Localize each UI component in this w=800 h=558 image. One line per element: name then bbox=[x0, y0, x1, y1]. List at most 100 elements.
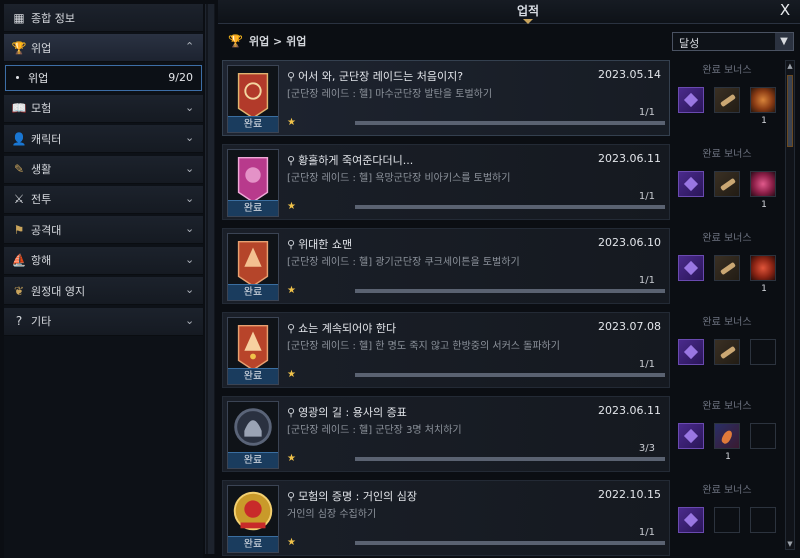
trophy-icon: 🏆 bbox=[228, 34, 243, 48]
reward-quantity: 1 bbox=[761, 116, 767, 126]
purple-card-icon[interactable] bbox=[678, 87, 704, 113]
achievement-name[interactable]: ⚲ 모험의 증명 : 거인의 심장 bbox=[287, 488, 417, 504]
sidebar-item-label: 종합 정보 bbox=[31, 11, 75, 25]
sidebar-divider bbox=[205, 4, 215, 554]
progress-fill bbox=[355, 205, 665, 209]
status-filter-select[interactable]: 달성 ▼ bbox=[672, 32, 794, 51]
purple-card-icon[interactable] bbox=[678, 507, 704, 533]
progress-bar bbox=[355, 205, 665, 209]
person-icon: 👤 bbox=[11, 131, 27, 146]
achievement-description: [군단장 레이드 : 헬] 욕망군단장 비아키스를 토벌하기 bbox=[287, 173, 511, 184]
sidebar-subitem-feats[interactable]: 위업 9/20 bbox=[5, 64, 202, 91]
progress-fill bbox=[355, 541, 665, 545]
achievement-date: 2023.05.14 bbox=[598, 68, 661, 81]
sidebar-scroll-track[interactable] bbox=[208, 4, 214, 554]
sidebar-item-overview[interactable]: ▦ 종합 정보 bbox=[4, 4, 203, 32]
bonus-title: 완료 보너스 bbox=[702, 317, 752, 328]
breadcrumb: 🏆 위업 > 위업 bbox=[228, 33, 306, 49]
completion-bonus: 완료 보너스 1 bbox=[674, 396, 786, 472]
empty-reward-slot bbox=[750, 423, 776, 449]
reward-quantity: 1 bbox=[761, 200, 767, 210]
purple-card-icon[interactable] bbox=[678, 255, 704, 281]
scroll-icon[interactable] bbox=[714, 87, 740, 113]
laurel-icon: ❦ bbox=[13, 283, 25, 298]
window-title: 업적 bbox=[516, 4, 540, 18]
sidebar-item-life[interactable]: ✎ 생활 ⌄ bbox=[4, 155, 203, 184]
chevron-down-icon: ⌄ bbox=[185, 222, 195, 236]
achievement-date: 2023.06.11 bbox=[598, 404, 661, 417]
red-orb-icon[interactable]: 1 bbox=[750, 255, 776, 294]
close-button[interactable]: X bbox=[776, 1, 794, 19]
scroll-icon[interactable] bbox=[714, 255, 740, 281]
scroll-icon[interactable] bbox=[714, 171, 740, 197]
grid-icon: ▦ bbox=[13, 10, 25, 25]
achievement-progress: 1/1 bbox=[638, 191, 655, 202]
achievement-name[interactable]: ⚲ 쇼는 계속되어야 한다 bbox=[287, 320, 396, 336]
purple-card-icon[interactable] bbox=[678, 423, 704, 449]
trophy-icon: 🏆 bbox=[11, 40, 27, 55]
scroll-thumb[interactable] bbox=[787, 75, 793, 147]
sidebar-item-label: 기타 bbox=[31, 315, 52, 329]
feather-icon[interactable]: 1 bbox=[714, 423, 740, 462]
chevron-down-icon: ⌄ bbox=[185, 283, 195, 297]
achievement-emblem: 완료 bbox=[227, 65, 279, 133]
bullet-icon bbox=[16, 76, 19, 80]
purple-card-icon[interactable] bbox=[678, 171, 704, 197]
sidebar-item-character[interactable]: 👤 캐릭터 ⌄ bbox=[4, 125, 203, 154]
sidebar-item-label: 공격대 bbox=[31, 223, 62, 237]
achievement-card[interactable]: 완료 ⚲ 황홀하게 죽여준다더니... 2023.06.11 [군단장 레이드 :… bbox=[222, 144, 670, 220]
sidebar-item-adventure[interactable]: 📖 모험 ⌄ bbox=[4, 94, 203, 123]
search-icon: ⚲ bbox=[287, 490, 296, 503]
reward-quantity: 1 bbox=[725, 452, 731, 462]
scroll-up-icon[interactable]: ▲ bbox=[786, 62, 794, 70]
achievement-list: 완료 ⚲ 어서 와, 군단장 레이드는 처음이지? 2023.05.14 [군단장… bbox=[222, 60, 790, 558]
search-icon: ⚲ bbox=[287, 238, 296, 251]
chevron-down-icon: ⌄ bbox=[185, 191, 195, 205]
window-title-bar: 업적 X bbox=[218, 0, 800, 24]
achievement-emblem-icon bbox=[237, 156, 269, 200]
achievement-card[interactable]: 완료 ⚲ 모험의 증명 : 거인의 심장 2022.10.15 거인의 심장 수집… bbox=[222, 480, 670, 556]
achievement-date: 2023.06.11 bbox=[598, 152, 661, 165]
search-icon: ⚲ bbox=[287, 322, 296, 335]
achievement-name[interactable]: ⚲ 황홀하게 죽여준다더니... bbox=[287, 152, 413, 168]
progress-fill bbox=[355, 121, 665, 125]
sidebar-item-etc[interactable]: ? 기타 ⌄ bbox=[4, 307, 203, 336]
achievement-emblem: 완료 bbox=[227, 485, 279, 553]
sidebar-item-voyage[interactable]: ⛵ 항해 ⌄ bbox=[4, 246, 203, 275]
chevron-down-icon: ⌄ bbox=[185, 252, 195, 266]
title-pointer-icon bbox=[523, 19, 533, 24]
done-badge: 완료 bbox=[228, 284, 278, 300]
rose-icon[interactable]: 1 bbox=[750, 171, 776, 210]
achievement-name[interactable]: ⚲ 영광의 길 : 용사의 증표 bbox=[287, 404, 407, 420]
search-icon: ⚲ bbox=[287, 154, 296, 167]
chevron-down-icon[interactable]: ▼ bbox=[775, 33, 793, 50]
breadcrumb-text: 위업 > 위업 bbox=[248, 35, 307, 48]
achievement-card[interactable]: 완료 ⚲ 위대한 쇼맨 2023.06.10 [군단장 레이드 : 헬] 광기군단… bbox=[222, 228, 670, 304]
achievement-name[interactable]: ⚲ 어서 와, 군단장 레이드는 처음이지? bbox=[287, 68, 463, 84]
achievement-description: [군단장 레이드 : 헬] 광기군단장 쿠크세이튼을 토벌하기 bbox=[287, 257, 520, 268]
sidebar-item-feats[interactable]: 🏆 위업 ⌃ bbox=[4, 34, 203, 63]
star-icon: ★ bbox=[287, 117, 296, 128]
empty-reward-slot bbox=[750, 507, 776, 533]
achievement-card[interactable]: 완료 ⚲ 어서 와, 군단장 레이드는 처음이지? 2023.05.14 [군단장… bbox=[222, 60, 670, 136]
star-icon: ★ bbox=[287, 369, 296, 380]
achievement-card[interactable]: 완료 ⚲ 영광의 길 : 용사의 증표 2023.06.11 [군단장 레이드 :… bbox=[222, 396, 670, 472]
reward-quantity: 1 bbox=[761, 284, 767, 294]
category-sidebar: ▦ 종합 정보 🏆 위업 ⌃ 위업 9/20 📖 모험 ⌄ 👤 캐릭터 ⌄ ✎ … bbox=[4, 4, 203, 558]
sidebar-item-label: 모험 bbox=[31, 102, 52, 116]
scroll-icon[interactable] bbox=[714, 339, 740, 365]
achievement-emblem: 완료 bbox=[227, 149, 279, 217]
sidebar-item-label: 항해 bbox=[31, 254, 52, 268]
sidebar-item-stronghold[interactable]: ❦ 원정대 영지 ⌄ bbox=[4, 277, 203, 306]
sidebar-item-raid[interactable]: ⚑ 공격대 ⌄ bbox=[4, 216, 203, 245]
achievement-name[interactable]: ⚲ 위대한 쇼맨 bbox=[287, 236, 352, 252]
list-scrollbar[interactable]: ▲ ▼ bbox=[785, 60, 795, 550]
sidebar-item-combat[interactable]: ⚔ 전투 ⌄ bbox=[4, 185, 203, 214]
scroll-down-icon[interactable]: ▼ bbox=[786, 540, 794, 548]
purple-card-icon[interactable] bbox=[678, 339, 704, 365]
achievement-emblem-icon bbox=[237, 240, 269, 284]
completion-bonus: 완료 보너스 bbox=[674, 480, 786, 556]
orb-icon[interactable]: 1 bbox=[750, 87, 776, 126]
achievement-card[interactable]: 완료 ⚲ 쇼는 계속되어야 한다 2023.07.08 [군단장 레이드 : 헬]… bbox=[222, 312, 670, 388]
chevron-down-icon: ⌄ bbox=[185, 131, 195, 145]
